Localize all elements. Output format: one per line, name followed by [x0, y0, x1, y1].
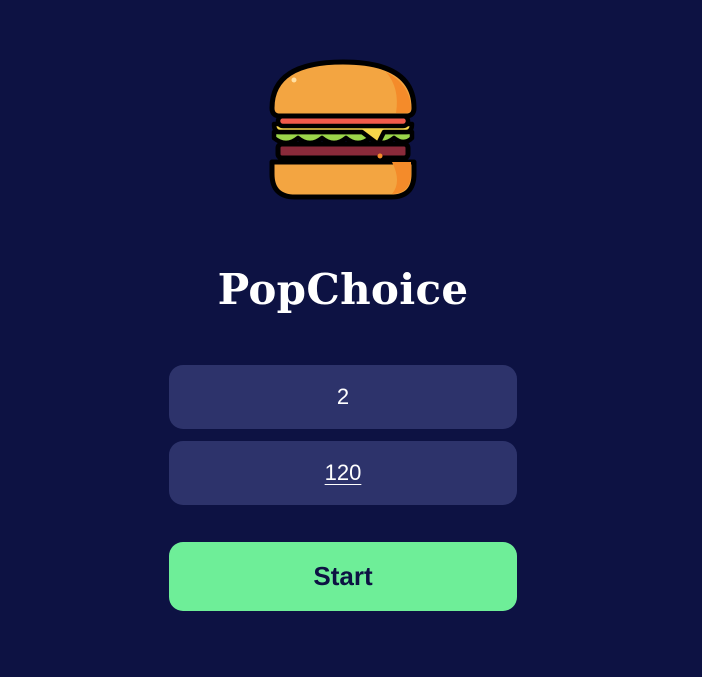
second-number-value: 120 [324, 460, 362, 485]
burger-icon [269, 59, 417, 200]
app-title: PopChoice [217, 265, 469, 314]
second-number-input[interactable]: 120 [169, 441, 517, 505]
start-button[interactable]: Start [169, 542, 517, 611]
first-number-input[interactable] [169, 365, 517, 429]
